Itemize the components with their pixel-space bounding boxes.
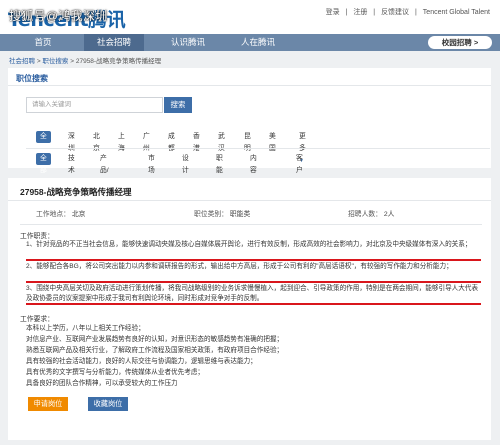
- divider: [8, 85, 491, 86]
- meta-value: 2人: [383, 211, 395, 218]
- breadcrumb-search[interactable]: 职位搜索: [42, 58, 68, 65]
- annotation-underline: [26, 259, 481, 261]
- job-detail-panel: 27958-战略竞争策略传播经理 工作地点： 北京 职位类别： 职能类 招聘人数…: [8, 178, 491, 440]
- divider: |: [373, 9, 376, 16]
- category-content-editing[interactable]: 内容编辑类: [250, 153, 257, 210]
- meta-label: 职位类别：: [194, 211, 228, 218]
- duties-heading: 工作职责：: [20, 233, 54, 240]
- meta-label: 工作地点：: [36, 211, 70, 218]
- campus-recruitment-button[interactable]: 校园招聘 >: [428, 36, 492, 49]
- location-shenzhen[interactable]: 深圳: [68, 131, 75, 152]
- breadcrumb-sep: >: [70, 58, 75, 65]
- location-chengdu[interactable]: 成都: [168, 131, 175, 152]
- requirement-item: 具备良好的团队合作精神，可以承受较大的工作压力: [26, 380, 178, 387]
- divider: [26, 148, 490, 149]
- main-nav: 首页 社会招聘 认识腾讯 人在腾讯: [0, 34, 500, 51]
- location-wuhan[interactable]: 武汉: [218, 131, 225, 152]
- location-shanghai[interactable]: 上海: [118, 131, 125, 152]
- divider: [8, 200, 491, 201]
- meta-value: 职能类: [229, 211, 251, 218]
- nav-about-tencent[interactable]: 认识腾讯: [158, 34, 218, 51]
- category-design[interactable]: 设计类: [182, 153, 189, 186]
- duty-item: 1、针对竞品的不正当社会信息，能够快速调动央媒及核心自媒体展开舆论，进行有效反制…: [26, 241, 472, 248]
- requirements-heading: 工作要求：: [20, 316, 54, 323]
- breadcrumb-sep: >: [36, 58, 41, 65]
- divider: [20, 224, 482, 225]
- favorite-button[interactable]: 收藏岗位: [88, 397, 128, 411]
- requirement-item: 熟悉互联网产品及相关行业，了解政府工作流程及国家相关政策，有政府项目合作经验；: [26, 347, 284, 354]
- job-headcount: 招聘人数： 2人: [348, 208, 394, 218]
- annotation-underline: [26, 303, 481, 305]
- nav-home[interactable]: 首页: [18, 34, 68, 51]
- breadcrumb-home[interactable]: 社会招聘: [9, 58, 35, 65]
- breadcrumb: 社会招聘 > 职位搜索 > 27958-战略竞争策略传播经理: [9, 55, 161, 65]
- duty-item: 3、围绕中央高层关切及政府活动进行策划传播，将我司战略级别的业务诉求慢慢植入，起…: [26, 285, 479, 303]
- category-marketing[interactable]: 市场类: [148, 153, 155, 186]
- job-title: 27958-战略竞争策略传播经理: [20, 187, 132, 197]
- requirement-item: 本科以上学历，八年以上相关工作经验；: [26, 325, 145, 332]
- location-usa[interactable]: 美国: [269, 131, 276, 152]
- category-tech[interactable]: 技术类: [68, 153, 75, 186]
- requirement-item: 对信息产业、互联网产业发展趋势有良好的认知，对意识形态的敏感趋势有准确的把握；: [26, 336, 284, 343]
- location-all[interactable]: 全部: [36, 131, 51, 152]
- divider: |: [345, 9, 348, 16]
- apply-button[interactable]: 申请岗位: [28, 397, 68, 411]
- requirement-item: 具有优秀的文字撰写与分析能力，传统媒体从业者优先考虑；: [26, 369, 205, 376]
- search-panel: 职位搜索 请输入关键词 搜索 全部 深圳 北京 上海 广州 成都 香港 武汉 昆…: [8, 68, 491, 210]
- login-link[interactable]: 登录: [326, 9, 340, 16]
- top-links: 登录 | 注册 | 反馈建议 | Tencent Global Talent: [322, 7, 490, 17]
- duty-item: 2、能够配合各BG，将公司突出能力以内参和调研报告的形式，输出给中方高层，形成于…: [26, 263, 453, 270]
- requirement-item: 具有较强的社会活动能力，良好的人际交往与协调能力，逻辑思维与表达能力；: [26, 358, 257, 365]
- annotation-underline: [26, 281, 481, 283]
- job-category: 职位类别： 职能类: [194, 208, 250, 218]
- location-guangzhou[interactable]: 广州: [143, 131, 150, 152]
- keyword-search-input[interactable]: 请输入关键词: [26, 97, 163, 113]
- breadcrumb-current: 27958-战略竞争策略传播经理: [75, 58, 162, 65]
- location-beijing[interactable]: 北京: [93, 131, 100, 152]
- category-functional[interactable]: 职能类: [216, 153, 223, 186]
- search-panel-title: 职位搜索: [16, 74, 48, 83]
- category-product[interactable]: 产品/项目类: [100, 153, 109, 210]
- more-label: 更多: [299, 133, 306, 152]
- more-locations-link[interactable]: 更多 ▼: [299, 131, 306, 164]
- location-hongkong[interactable]: 香港: [193, 131, 200, 152]
- divider: |: [415, 9, 417, 16]
- category-customer-service[interactable]: 客户服务类: [296, 153, 303, 210]
- nav-social-recruitment[interactable]: 社会招聘: [84, 34, 144, 51]
- location-kunming[interactable]: 昆明: [244, 131, 251, 152]
- meta-label: 招聘人数：: [348, 211, 382, 218]
- category-all[interactable]: 全部: [36, 153, 51, 174]
- global-talent-link[interactable]: Tencent Global Talent: [423, 9, 490, 16]
- meta-value: 北京: [71, 211, 86, 218]
- top-bar: Tencent腾讯 搜狐号@鸿我深圳 登录 | 注册 | 反馈建议 | Tenc…: [0, 0, 500, 34]
- feedback-link[interactable]: 反馈建议: [381, 9, 409, 16]
- job-location: 工作地点： 北京: [36, 208, 85, 218]
- search-button[interactable]: 搜索: [164, 97, 192, 113]
- nav-people-at-tencent[interactable]: 人在腾讯: [226, 34, 290, 51]
- watermark: 搜狐号@鸿我深圳: [9, 9, 108, 23]
- register-link[interactable]: 注册: [353, 9, 367, 16]
